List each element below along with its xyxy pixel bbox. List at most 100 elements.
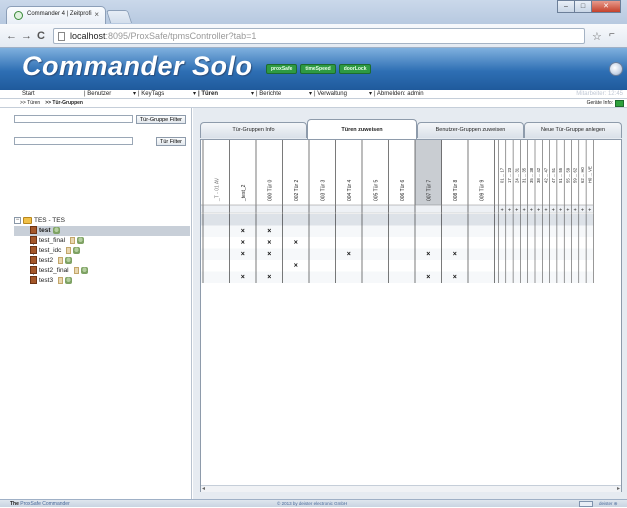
tree-item-label: test_idc xyxy=(39,247,62,254)
tab-tuer-gruppen-info[interactable]: Tür-Gruppen Info xyxy=(200,122,307,138)
add-all-plus: + xyxy=(537,208,540,214)
collapse-icon[interactable]: − xyxy=(14,216,21,224)
tree-item-test3[interactable]: test3 xyxy=(14,276,190,286)
tree-root[interactable]: − TES - TES xyxy=(14,216,190,226)
back-button[interactable]: ← xyxy=(6,29,17,43)
close-tab-icon[interactable]: × xyxy=(94,10,99,19)
document-icon xyxy=(58,276,64,284)
browser-tab[interactable]: Commander 4 | Zeitprofi × xyxy=(6,6,106,24)
menu-keytags[interactable]: | KeyTags xyxy=(138,90,164,99)
menu-abmelden[interactable]: | Abmelden: admin xyxy=(374,90,424,99)
breadcrumb-bar: >> Türen >> Tür-Gruppen Geräte Info: xyxy=(0,99,627,108)
assigned-mark: × xyxy=(267,274,271,281)
tab-benutzer-gruppen-zuweisen[interactable]: Benutzer-Gruppen zuweisen xyxy=(417,122,524,138)
column-label: 000 Tür 0 xyxy=(267,179,273,201)
main-menu: Start | Benutzer ▾ | KeyTags ▾ | Türen ▾… xyxy=(0,90,627,99)
narrow-column-label: 59 ... 62 xyxy=(573,167,578,183)
add-all-plus: + xyxy=(522,208,525,214)
menu-berichte-arrow[interactable]: ▾ xyxy=(251,90,254,99)
tree-item-test-idc[interactable]: test_idc xyxy=(14,246,190,256)
add-all-plus: + xyxy=(508,208,511,214)
breadcrumb: >> Türen >> Tür-Gruppen xyxy=(20,99,83,108)
assigned-mark: × xyxy=(453,274,457,281)
detail-pane: Tür-Gruppen Info Türen zuweisen Benutzer… xyxy=(193,108,627,499)
narrow-column-label: 51 ... 55 xyxy=(558,167,563,183)
forward-button[interactable]: → xyxy=(21,29,32,43)
company-logo-icon xyxy=(609,62,623,76)
menu-berichte[interactable]: | Berichte xyxy=(256,90,281,99)
door-filter-button[interactable]: Tür Filter xyxy=(156,137,186,146)
assigned-mark: × xyxy=(294,263,298,270)
add-all-plus: + xyxy=(559,208,562,214)
menu-benutzer[interactable]: | Benutzer xyxy=(84,90,111,99)
add-all-plus: + xyxy=(574,208,577,214)
grid-row-band xyxy=(201,248,594,260)
maximize-button[interactable]: □ xyxy=(574,0,592,13)
menu-verwaltung-arrow[interactable]: ▾ xyxy=(309,90,312,99)
tab-tueren-zuweisen[interactable]: Türen zuweisen xyxy=(307,119,417,139)
menu-tueren[interactable]: | Türen xyxy=(198,90,218,99)
narrow-column-label: 01 ... 17 xyxy=(500,167,505,183)
folder-icon xyxy=(23,216,32,224)
users-icon xyxy=(65,256,73,264)
add-all-plus: + xyxy=(588,208,591,214)
users-icon xyxy=(80,266,88,274)
door-assignment-grid: _T - 01 AV _test_2 000 Tür 0 002 Tür 2 003 T… xyxy=(200,139,622,492)
address-bar[interactable]: localhost:8095/ProxSafe/tpmsController?t… xyxy=(53,28,585,44)
close-window-button[interactable]: ✕ xyxy=(591,0,621,13)
tree-item-test[interactable]: test xyxy=(14,226,190,236)
breadcrumb-tuer-gruppen: >> Tür-Gruppen xyxy=(45,100,83,106)
add-all-plus: + xyxy=(544,208,547,214)
detail-tabs: Tür-Gruppen Info Türen zuweisen Benutzer… xyxy=(200,119,622,139)
horizontal-scrollbar[interactable]: ◂ ▸ xyxy=(201,485,621,492)
add-all-plus: + xyxy=(566,208,569,214)
scroll-right-icon[interactable]: ▸ xyxy=(617,486,620,493)
reload-button[interactable]: C xyxy=(37,29,45,43)
tab-neue-tuer-gruppe[interactable]: Neue Tür-Gruppe anlegen xyxy=(524,122,622,138)
column-label: 002 Tür 2 xyxy=(294,179,300,201)
badge-proxsafe: proxSafe xyxy=(266,64,298,74)
group-filter-row: Tür-Gruppe Filter xyxy=(14,115,186,124)
breadcrumb-tueren[interactable]: >> Türen xyxy=(20,100,40,106)
column-label: 004 Tür 4 xyxy=(347,179,353,201)
narrow-column-label: 42 ... 47 xyxy=(543,167,548,183)
column-label: 009 Tür 9 xyxy=(479,179,485,201)
assigned-mark: × xyxy=(267,240,271,247)
badge-doorlock: doorLock xyxy=(338,64,372,74)
users-icon xyxy=(73,246,81,254)
menu-abmelden-arrow[interactable]: ▾ xyxy=(369,90,372,99)
narrow-column-label: 38 ... 42 xyxy=(536,167,541,183)
assigned-mark: × xyxy=(294,240,298,247)
column-label: 003 Tür 3 xyxy=(320,179,326,201)
assigned-mark: × xyxy=(426,274,430,281)
tree-item-test2-final[interactable]: test2_final xyxy=(14,266,190,276)
assigned-mark: × xyxy=(426,251,430,258)
narrow-column-label: 17 ... 23 xyxy=(507,167,512,183)
group-filter-input[interactable] xyxy=(14,115,133,123)
menu-start[interactable]: Start xyxy=(22,90,35,99)
door-filter-input[interactable] xyxy=(14,137,133,145)
assigned-mark: × xyxy=(453,251,457,258)
menu-benutzer-arrow[interactable]: ▾ xyxy=(133,90,136,99)
group-tree-pane: Tür-Gruppe Filter Tür Filter − TES - TES … xyxy=(0,108,192,499)
minimize-button[interactable]: – xyxy=(557,0,575,13)
tree-item-test-final[interactable]: test_final xyxy=(14,236,190,246)
badge-timespeed: timeSpeed xyxy=(300,64,336,74)
tree-item-test2[interactable]: test2 xyxy=(14,256,190,266)
document-icon xyxy=(58,256,64,264)
grid-row-band xyxy=(201,271,594,283)
narrow-column-label: 47 ... 51 xyxy=(551,167,556,183)
group-filter-button[interactable]: Tür-Gruppe Filter xyxy=(135,115,186,124)
assigned-mark: × xyxy=(267,228,271,235)
add-all-plus: + xyxy=(581,208,584,214)
menu-tueren-arrow[interactable]: ▾ xyxy=(193,90,196,99)
door-group-icon xyxy=(30,276,37,285)
wrench-menu-icon[interactable]: ⌐ xyxy=(609,29,615,40)
new-tab-button[interactable] xyxy=(105,10,133,23)
scroll-left-icon[interactable]: ◂ xyxy=(202,486,205,493)
product-badges: proxSafe timeSpeed doorLock xyxy=(266,64,372,74)
users-icon xyxy=(77,236,85,244)
narrow-column-label: 31 ... 35 xyxy=(522,167,527,183)
bookmark-star-icon[interactable]: ☆ xyxy=(592,30,602,43)
menu-verwaltung[interactable]: | Verwaltung xyxy=(314,90,347,99)
